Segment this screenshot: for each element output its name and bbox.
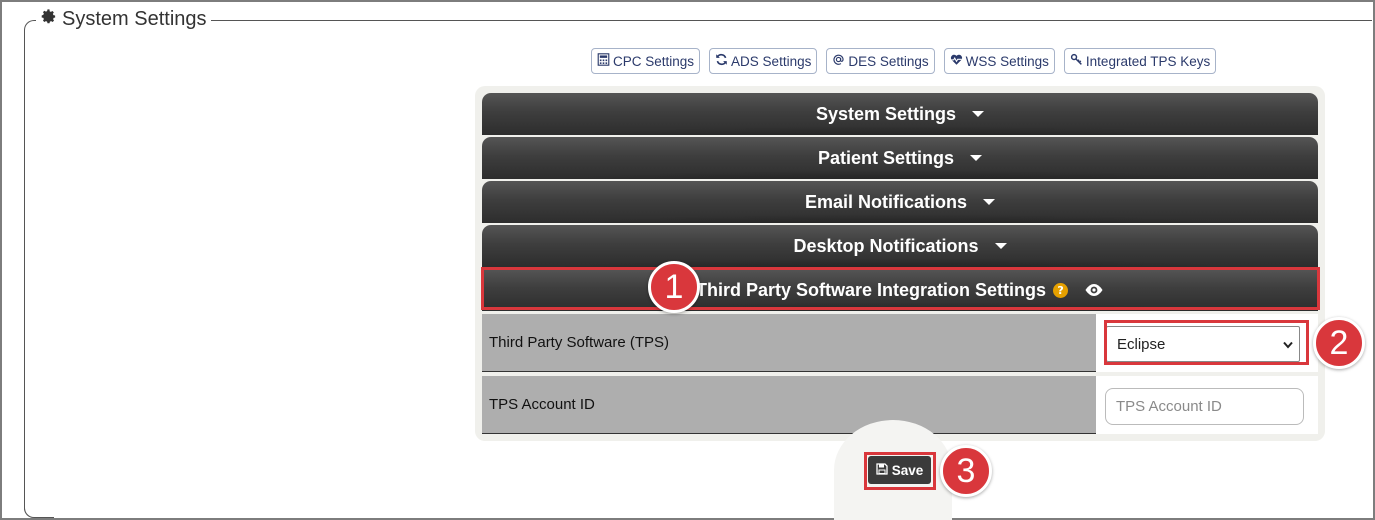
caret-down-icon xyxy=(970,155,983,161)
settings-toolbar: CPC Settings ADS Settings DES Settings W… xyxy=(591,48,1217,74)
tps-row: Third Party Software (TPS) Eclipse xyxy=(482,314,1318,372)
accordion-third-party-software-integration[interactable]: Third Party Software Integration Setting… xyxy=(482,269,1318,311)
tps-select[interactable]: Eclipse xyxy=(1106,326,1300,362)
accordion-system-settings[interactable]: System Settings xyxy=(482,93,1318,135)
fieldset-legend: System Settings xyxy=(36,8,211,31)
tps-account-id-input[interactable] xyxy=(1105,388,1304,425)
step-badge-2: 2 xyxy=(1313,317,1365,369)
accordion-title-group: Third Party Software Integration Setting… xyxy=(695,279,1069,301)
fieldset-corner xyxy=(24,470,54,518)
wss-settings-label: WSS Settings xyxy=(965,53,1049,69)
save-button[interactable]: Save xyxy=(868,456,931,484)
tps-cell: Eclipse xyxy=(1096,314,1318,372)
accordion-patient-settings[interactable]: Patient Settings xyxy=(482,137,1318,179)
cpc-settings-button[interactable]: CPC Settings xyxy=(591,48,701,74)
accordion-label: Email Notifications xyxy=(804,191,968,212)
floppy-disk-icon xyxy=(876,462,888,478)
accordion-email-notifications[interactable]: Email Notifications xyxy=(482,181,1318,223)
help-icon[interactable]: ? xyxy=(1053,282,1069,298)
fieldset-title: System Settings xyxy=(62,8,207,30)
integrated-tps-keys-button[interactable]: Integrated TPS Keys xyxy=(1063,48,1217,74)
accordion-label: System Settings xyxy=(815,103,957,124)
step-badge-3: 3 xyxy=(940,445,992,497)
accordion-desktop-notifications[interactable]: Desktop Notifications xyxy=(482,225,1318,267)
chevron-down-icon xyxy=(1283,336,1293,353)
step-badge-1: 1 xyxy=(648,261,700,313)
des-settings-label: DES Settings xyxy=(848,53,929,69)
wss-settings-button[interactable]: WSS Settings xyxy=(943,48,1055,74)
tps-account-cell xyxy=(1096,376,1318,434)
tps-account-label: TPS Account ID xyxy=(482,376,1096,434)
tps-select-value: Eclipse xyxy=(1117,335,1166,353)
calculator-icon xyxy=(597,53,610,69)
at-icon xyxy=(832,53,845,69)
save-label: Save xyxy=(891,462,924,478)
integrated-tps-keys-label: Integrated TPS Keys xyxy=(1085,53,1211,69)
caret-down-icon xyxy=(994,243,1007,249)
accordion-label: Third Party Software Integration Setting… xyxy=(695,279,1047,300)
des-settings-button[interactable]: DES Settings xyxy=(826,48,935,74)
accordion-label: Desktop Notifications xyxy=(793,235,979,256)
caret-down-icon xyxy=(972,111,985,117)
heartbeat-icon xyxy=(950,53,963,69)
ads-settings-label: ADS Settings xyxy=(731,53,812,69)
accordion-label: Patient Settings xyxy=(817,147,955,168)
caret-down-icon xyxy=(983,199,996,205)
gear-icon xyxy=(40,8,57,31)
refresh-icon xyxy=(715,53,728,69)
eye-icon[interactable] xyxy=(1084,283,1104,297)
key-icon xyxy=(1070,53,1083,69)
ads-settings-button[interactable]: ADS Settings xyxy=(709,48,818,74)
cpc-settings-label: CPC Settings xyxy=(613,53,695,69)
tps-label: Third Party Software (TPS) xyxy=(482,314,1096,372)
